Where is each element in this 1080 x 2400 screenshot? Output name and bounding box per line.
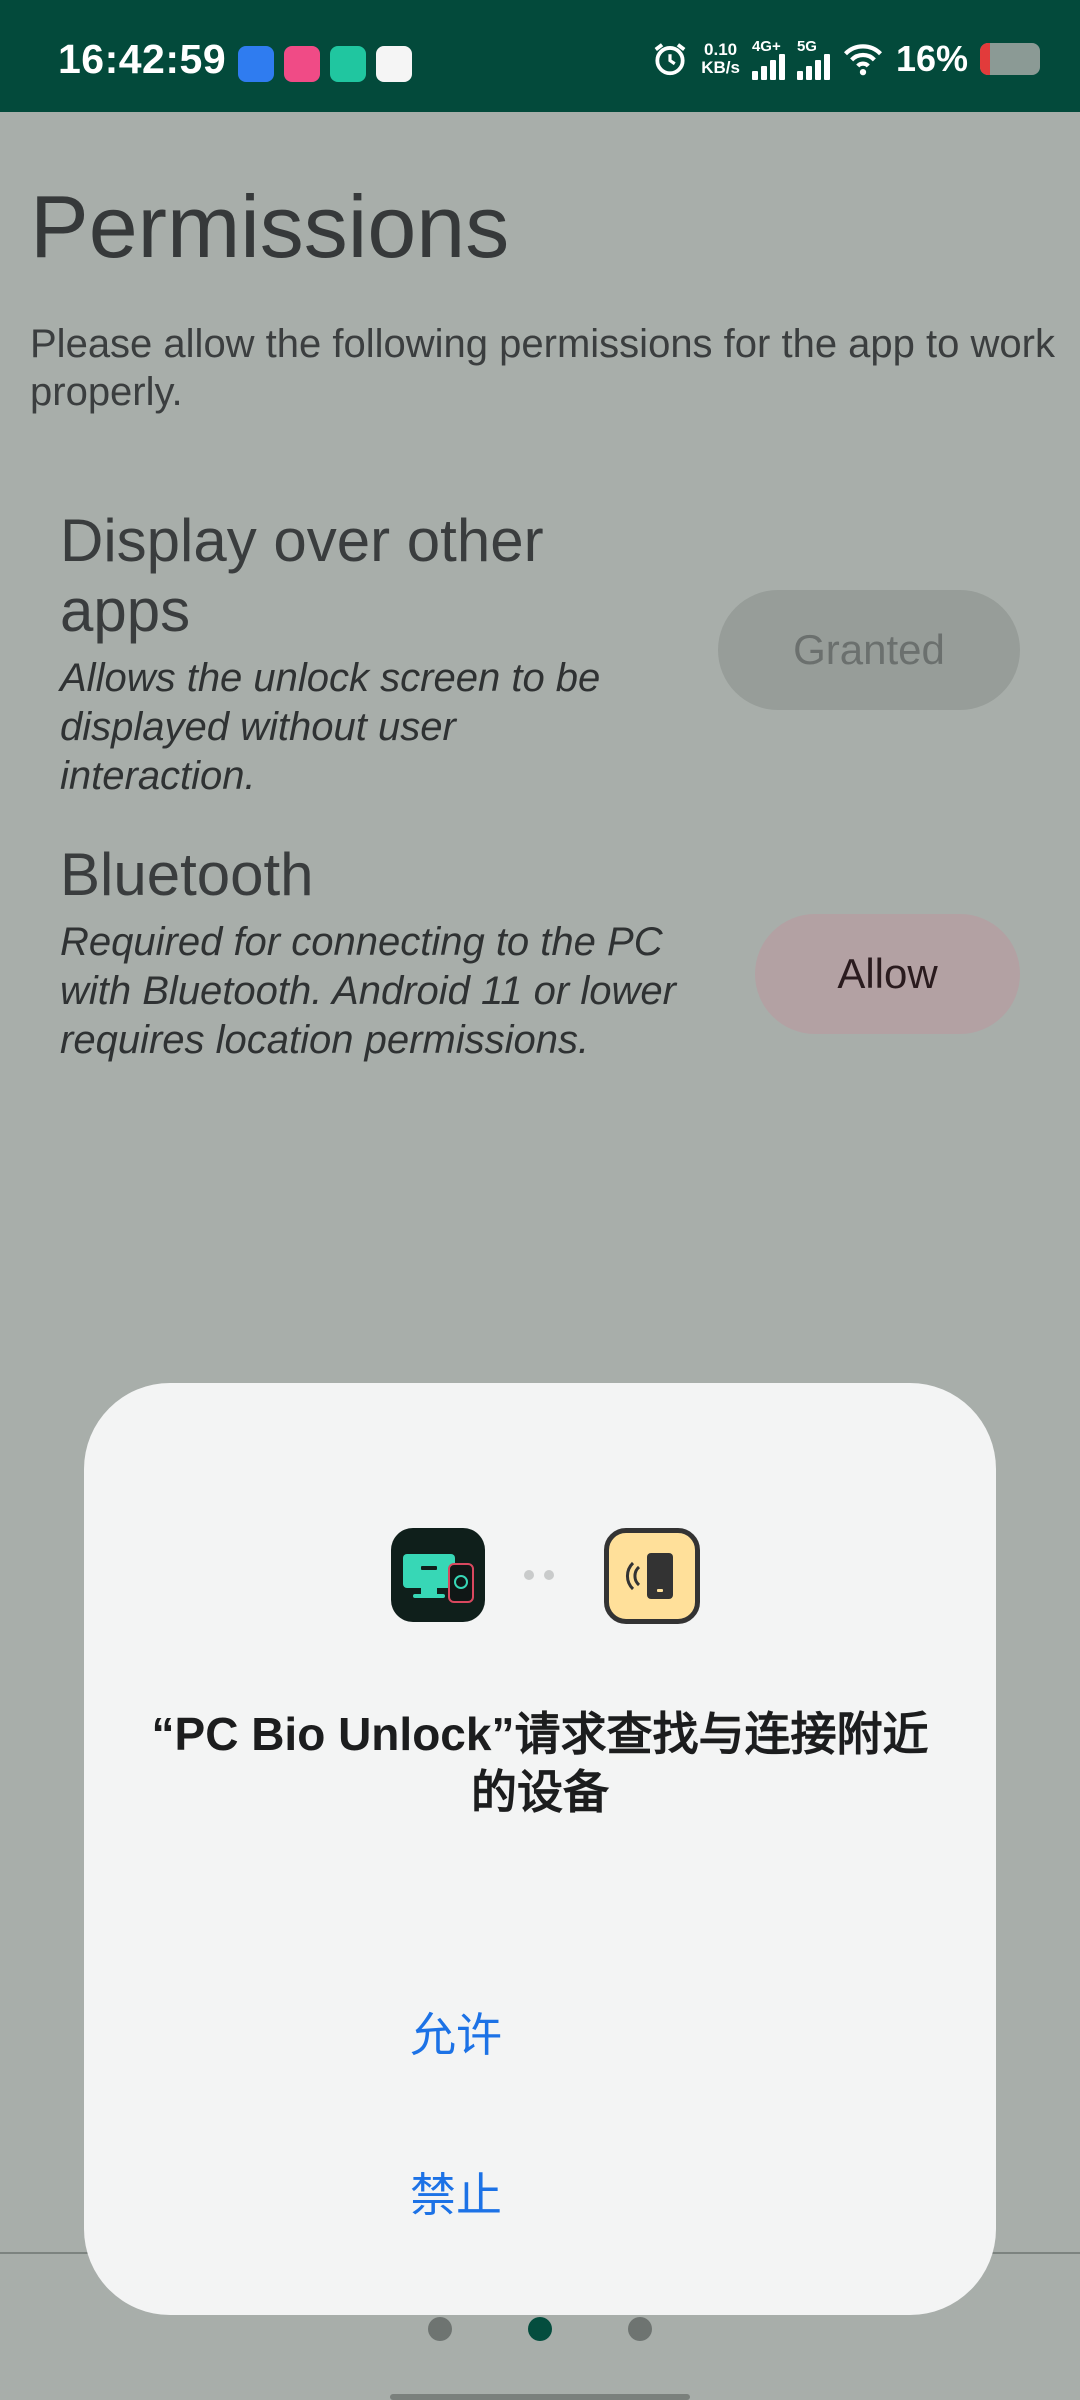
screen: 16:42:59 0.10 KB/s 4G+ 5G 16% Permission… bbox=[0, 0, 1080, 2400]
battery-percent: 16% bbox=[895, 38, 968, 79]
permission-description-bluetooth: Required for connecting to the PC with B… bbox=[60, 920, 676, 1062]
battery-icon bbox=[980, 43, 1040, 75]
page-dot[interactable] bbox=[428, 2317, 452, 2341]
network-speed-unit: KB/s bbox=[701, 58, 740, 77]
page-dot-active[interactable] bbox=[528, 2317, 552, 2341]
app-notification-icon bbox=[284, 46, 320, 82]
allow-bluetooth-button[interactable]: Allow bbox=[755, 914, 1020, 1034]
permission-title-bluetooth: Bluetooth bbox=[60, 841, 314, 908]
network-speed: 0.10 KB/s bbox=[701, 41, 740, 77]
signal-bars-icon bbox=[796, 53, 830, 80]
connection-dots bbox=[524, 1570, 554, 1580]
page-title: Permissions bbox=[30, 177, 510, 276]
status-indicators: 0.10 KB/s 4G+ 5G 16% bbox=[651, 38, 1040, 80]
monitor-phone-icon bbox=[403, 1554, 474, 1603]
app-notification-icon bbox=[238, 46, 274, 82]
page-dot[interactable] bbox=[628, 2317, 652, 2341]
app-notification-icon bbox=[330, 46, 366, 82]
app-notification-icon bbox=[376, 46, 412, 82]
permission-description-overlay: Allows the unlock screen to be displayed… bbox=[60, 656, 601, 798]
home-indicator[interactable] bbox=[390, 2394, 690, 2400]
dialog-message: “PC Bio Unlock”请求查找与连接附近的设备 bbox=[151, 1708, 929, 1818]
cell-signal-1: 4G+ bbox=[751, 37, 785, 80]
cell-signal-2: 5G bbox=[796, 37, 830, 80]
app-icon bbox=[391, 1528, 485, 1622]
page-indicator bbox=[0, 2317, 1080, 2341]
battery-level-fill bbox=[980, 43, 990, 75]
intro-text: Please allow the following permissions f… bbox=[30, 322, 1055, 414]
dialog-allow-button[interactable]: 允许 bbox=[290, 1980, 622, 2090]
status-bar: 16:42:59 0.10 KB/s 4G+ 5G 16% bbox=[0, 0, 1080, 112]
phone-signal-icon bbox=[626, 1553, 673, 1599]
status-time: 16:42:59 bbox=[58, 36, 227, 82]
signal-bars-icon bbox=[751, 53, 785, 80]
network-speed-value: 0.10 bbox=[704, 40, 738, 59]
permission-title-overlay: Display over other apps bbox=[60, 507, 544, 644]
nearby-device-icon bbox=[604, 1528, 700, 1624]
network-type-label: 4G+ bbox=[751, 37, 781, 55]
granted-button[interactable]: Granted bbox=[718, 590, 1020, 710]
alarm-icon bbox=[654, 43, 686, 76]
network-type-label: 5G bbox=[796, 37, 817, 55]
notification-icons bbox=[238, 46, 412, 82]
wifi-icon bbox=[843, 44, 882, 76]
dialog-deny-button[interactable]: 禁止 bbox=[290, 2140, 622, 2250]
